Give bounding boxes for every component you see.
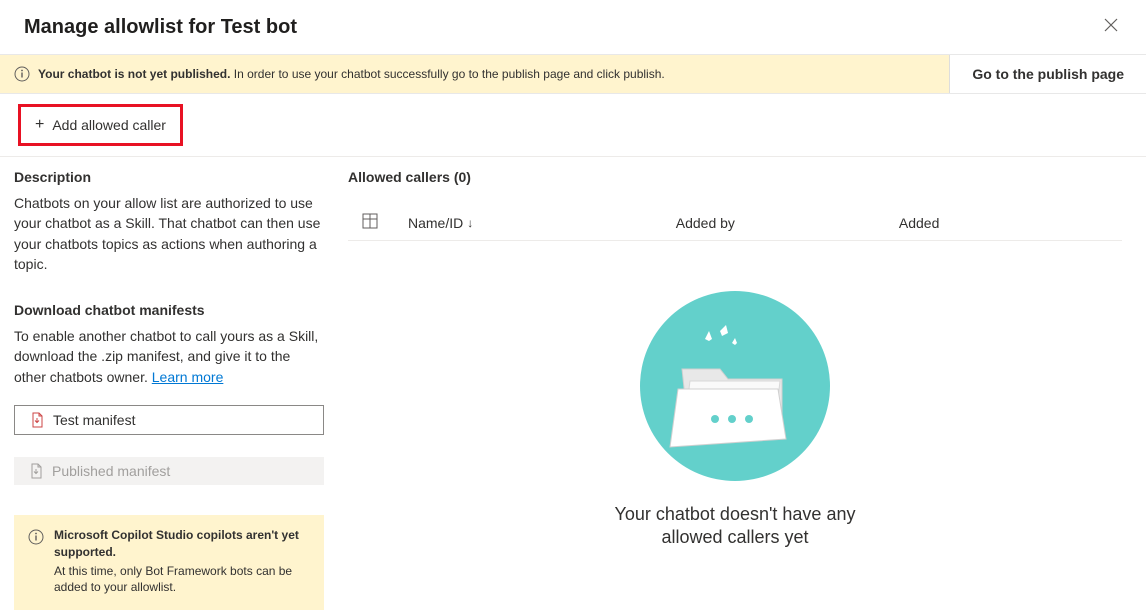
allowed-callers-heading: Allowed callers (0): [348, 169, 1122, 185]
sort-arrow-down-icon: ↓: [467, 216, 473, 230]
empty-state: Your chatbot doesn't have any allowed ca…: [348, 241, 1122, 550]
manifest-buttons: Test manifest Published manifest: [14, 391, 324, 485]
columns-icon: [362, 213, 378, 229]
empty-state-illustration: [640, 291, 830, 481]
download-icon: [29, 412, 45, 428]
plus-icon: +: [35, 117, 44, 133]
dialog-header: Manage allowlist for Test bot: [0, 0, 1146, 54]
column-picker[interactable]: [348, 213, 408, 232]
download-manifests-text: To enable another chatbot to call yours …: [14, 326, 324, 387]
column-added-by[interactable]: Added by: [676, 215, 899, 231]
published-manifest-label: Published manifest: [52, 463, 170, 479]
notice-bold-text: Your chatbot is not yet published.: [38, 67, 230, 81]
published-manifest-button: Published manifest: [14, 457, 324, 485]
test-manifest-button[interactable]: Test manifest: [14, 405, 324, 435]
description-text: Chatbots on your allow list are authoriz…: [14, 193, 324, 274]
dialog-title: Manage allowlist for Test bot: [24, 16, 297, 39]
download-manifests-heading: Download chatbot manifests: [14, 302, 324, 318]
go-to-publish-button[interactable]: Go to the publish page: [949, 55, 1146, 93]
content-area: Description Chatbots on your allow list …: [0, 157, 1146, 610]
info-icon: [28, 529, 44, 545]
highlight-annotation: + Add allowed caller: [18, 104, 183, 146]
column-name-id[interactable]: Name/ID ↓: [408, 215, 676, 231]
column-added[interactable]: Added: [899, 215, 1122, 231]
publish-notice-bar: Your chatbot is not yet published. In or…: [0, 54, 1146, 94]
left-column: Description Chatbots on your allow list …: [14, 169, 324, 610]
empty-state-text: Your chatbot doesn't have any allowed ca…: [605, 503, 865, 550]
notice-rest-text: In order to use your chatbot successfull…: [230, 67, 664, 81]
right-column: Allowed callers (0) Name/ID ↓ Added by A…: [348, 169, 1122, 610]
copilot-warning-box: Microsoft Copilot Studio copilots aren't…: [14, 515, 324, 610]
toolbar: + Add allowed caller: [0, 94, 1146, 157]
download-icon: [28, 463, 44, 479]
close-icon: [1104, 18, 1118, 32]
publish-notice-text: Your chatbot is not yet published. In or…: [38, 67, 949, 81]
add-allowed-caller-button[interactable]: + Add allowed caller: [25, 111, 176, 139]
warning-body: At this time, only Bot Framework bots ca…: [54, 563, 310, 597]
description-heading: Description: [14, 169, 324, 185]
close-button[interactable]: [1100, 14, 1122, 40]
add-caller-label: Add allowed caller: [52, 117, 166, 133]
info-icon: [14, 66, 30, 82]
warning-title: Microsoft Copilot Studio copilots aren't…: [54, 527, 310, 561]
table-header-row: Name/ID ↓ Added by Added: [348, 205, 1122, 241]
learn-more-link[interactable]: Learn more: [152, 369, 224, 385]
test-manifest-label: Test manifest: [53, 412, 135, 428]
